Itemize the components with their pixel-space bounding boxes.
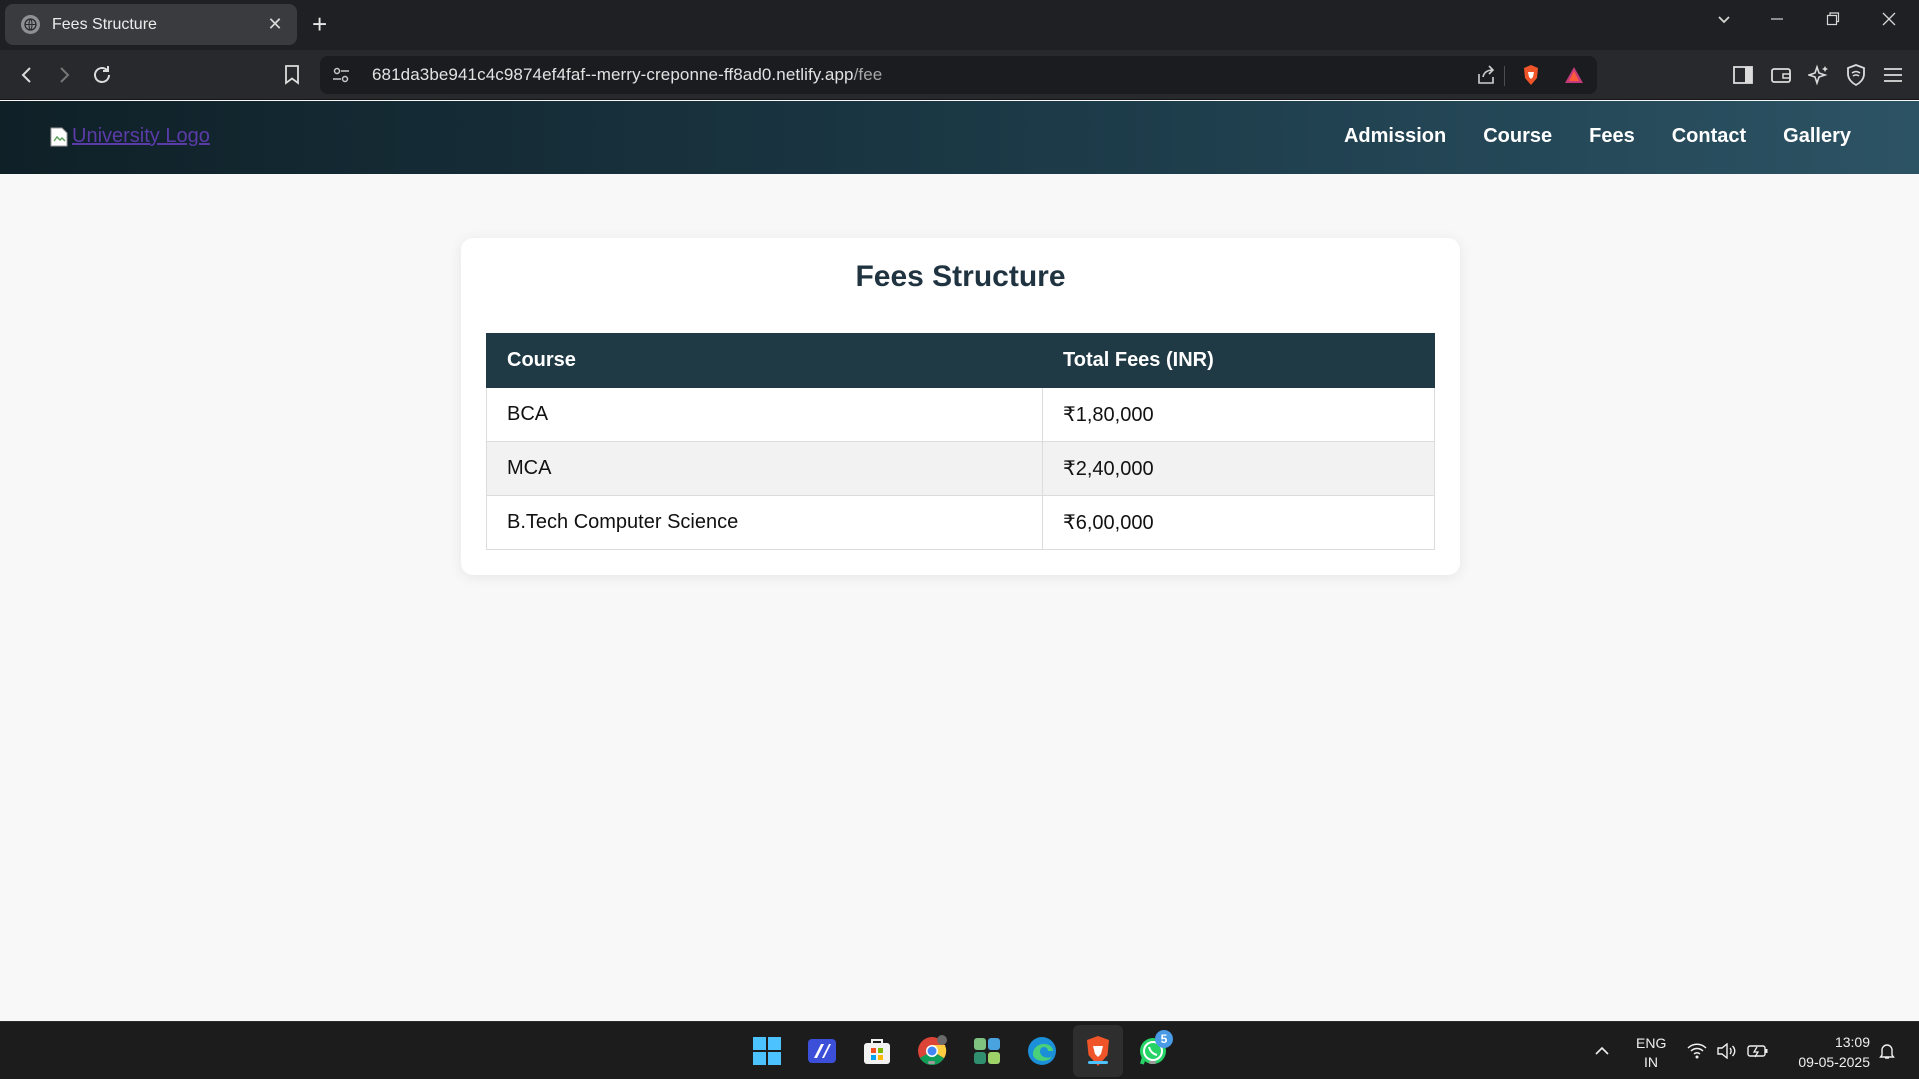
close-window-icon[interactable] bbox=[1882, 11, 1896, 32]
tab-search-icon[interactable] bbox=[1716, 11, 1732, 32]
brave-shields-icon[interactable] bbox=[1520, 64, 1542, 86]
site-header: University Logo Admission Course Fees Co… bbox=[0, 101, 1919, 174]
table-row: BCA ₹1,80,000 bbox=[486, 387, 1435, 442]
table-row: MCA ₹2,40,000 bbox=[486, 441, 1435, 496]
wifi-icon[interactable] bbox=[1687, 1022, 1707, 1079]
fees-cell: ₹2,40,000 bbox=[1042, 441, 1435, 496]
share-icon[interactable] bbox=[1475, 64, 1497, 86]
url-text[interactable]: 681da3be941c4c9874ef4faf--merry-creponne… bbox=[372, 65, 882, 85]
browser-tab-bar: Fees Structure ✕ + bbox=[0, 0, 1919, 50]
column-header-course: Course bbox=[486, 333, 1043, 388]
browser-toolbar: 681da3be941c4c9874ef4faf--merry-creponne… bbox=[0, 50, 1919, 100]
leo-ai-icon[interactable] bbox=[1806, 62, 1832, 88]
page-title: Fees Structure bbox=[855, 260, 1066, 293]
column-header-total-fees: Total Fees (INR) bbox=[1042, 333, 1435, 388]
tray-overflow-icon[interactable] bbox=[1594, 1022, 1610, 1079]
table-row: B.Tech Computer Science ₹6,00,000 bbox=[486, 495, 1435, 550]
chrome-icon[interactable] bbox=[915, 1034, 949, 1068]
course-cell: BCA bbox=[486, 387, 1043, 442]
nav-contact[interactable]: Contact bbox=[1672, 125, 1746, 148]
bookmark-icon[interactable] bbox=[279, 62, 305, 88]
site-info-icon[interactable] bbox=[332, 67, 352, 83]
notification-badge: 5 bbox=[1155, 1030, 1173, 1048]
fees-card: Fees Structure Course Total Fees (INR) B… bbox=[461, 238, 1460, 575]
nav-course[interactable]: Course bbox=[1483, 125, 1552, 148]
nav-admission[interactable]: Admission bbox=[1344, 125, 1446, 148]
copilot-app-icon[interactable] bbox=[805, 1034, 839, 1068]
address-bar[interactable]: 681da3be941c4c9874ef4faf--merry-creponne… bbox=[320, 56, 1597, 94]
brave-rewards-icon[interactable] bbox=[1563, 64, 1585, 86]
tab-close-icon[interactable]: ✕ bbox=[265, 14, 285, 35]
globe-icon bbox=[21, 15, 40, 34]
url-path: /fee bbox=[853, 65, 883, 84]
system-clock[interactable]: 13:09 09-05-2025 bbox=[1782, 1032, 1870, 1072]
wallet-icon[interactable] bbox=[1768, 62, 1794, 88]
fees-cell: ₹6,00,000 bbox=[1042, 495, 1435, 550]
tab-title: Fees Structure bbox=[52, 15, 157, 33]
browser-tab[interactable]: Fees Structure ✕ bbox=[5, 4, 297, 45]
edge-icon[interactable] bbox=[1025, 1034, 1059, 1068]
nav-gallery[interactable]: Gallery bbox=[1783, 125, 1851, 148]
minimize-icon[interactable] bbox=[1770, 11, 1784, 32]
logo-alt-text: University Logo bbox=[72, 125, 210, 147]
microsoft-store-icon[interactable] bbox=[860, 1034, 894, 1068]
course-cell: B.Tech Computer Science bbox=[486, 495, 1043, 550]
course-cell: MCA bbox=[486, 441, 1043, 496]
windows-start-icon[interactable] bbox=[750, 1034, 784, 1068]
battery-icon[interactable] bbox=[1747, 1022, 1769, 1079]
address-bar-divider bbox=[1504, 66, 1505, 86]
broken-image-icon bbox=[50, 127, 70, 147]
brave-browser-icon[interactable] bbox=[1081, 1034, 1115, 1068]
language-code: ENG bbox=[1636, 1035, 1667, 1051]
fees-table: Course Total Fees (INR) BCA ₹1,80,000 MC… bbox=[486, 333, 1435, 550]
photos-app-icon[interactable] bbox=[970, 1034, 1004, 1068]
sidebar-icon[interactable] bbox=[1730, 62, 1756, 88]
url-host: 681da3be941c4c9874ef4faf--merry-creponne… bbox=[372, 65, 854, 84]
main-nav: Admission Course Fees Contact Gallery bbox=[1344, 125, 1851, 148]
volume-icon[interactable] bbox=[1716, 1022, 1736, 1079]
fees-cell: ₹1,80,000 bbox=[1042, 387, 1435, 442]
menu-icon[interactable] bbox=[1880, 62, 1906, 88]
restore-icon[interactable] bbox=[1826, 11, 1840, 32]
back-icon[interactable] bbox=[14, 62, 40, 88]
forward-icon[interactable] bbox=[51, 62, 77, 88]
clock-time: 13:09 bbox=[1834, 1034, 1870, 1050]
language-indicator[interactable]: ENG IN bbox=[1636, 1034, 1666, 1072]
region-code: IN bbox=[1644, 1054, 1658, 1070]
os-taskbar: 5 ENG IN 13:09 09-05-2025 bbox=[0, 1021, 1919, 1079]
university-logo[interactable]: University Logo bbox=[50, 125, 210, 148]
vpn-shield-icon[interactable] bbox=[1843, 62, 1869, 88]
reload-icon[interactable] bbox=[89, 62, 115, 88]
table-header-row: Course Total Fees (INR) bbox=[486, 333, 1435, 388]
notification-bell-icon[interactable] bbox=[1878, 1022, 1896, 1079]
clock-date: 09-05-2025 bbox=[1798, 1054, 1870, 1070]
nav-fees[interactable]: Fees bbox=[1589, 125, 1635, 148]
new-tab-button[interactable]: + bbox=[312, 10, 327, 38]
